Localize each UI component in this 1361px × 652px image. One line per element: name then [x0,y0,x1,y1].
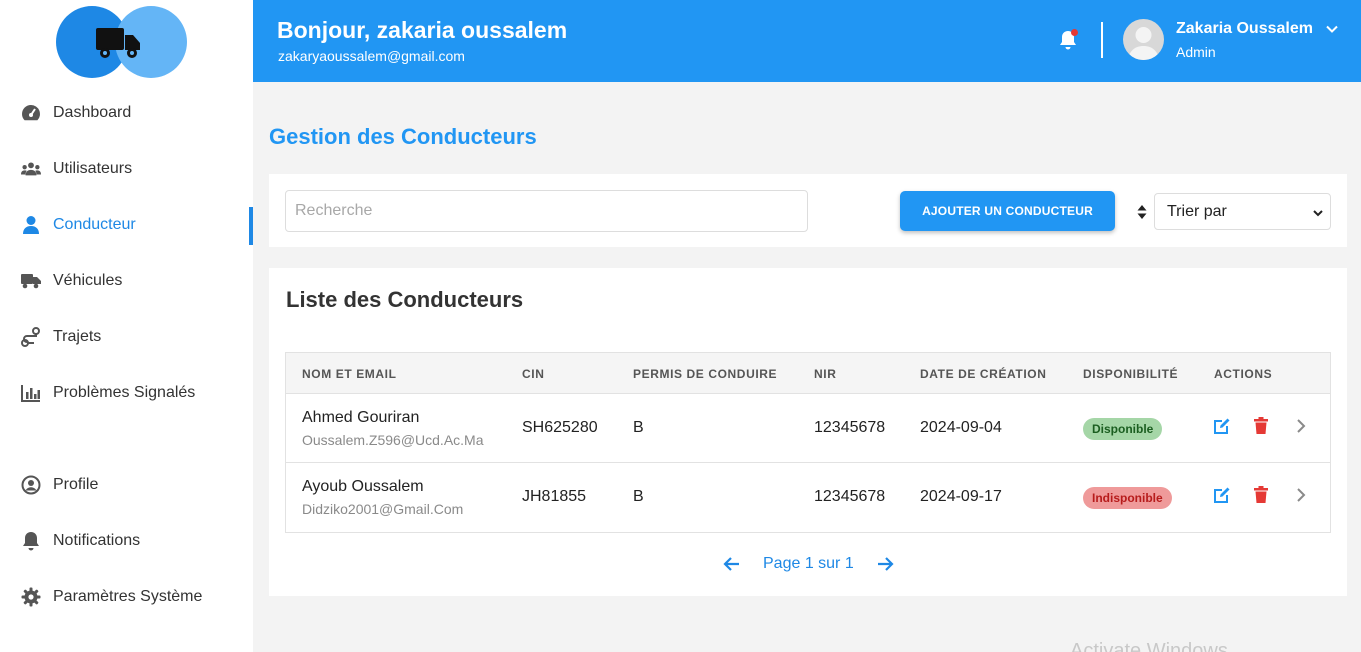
bell-icon [21,531,41,551]
gauge-icon [21,103,41,123]
edit-icon[interactable] [1213,486,1231,504]
sidebar-item-problemes[interactable]: Problèmes Signalés [0,373,253,413]
driver-nir: 12345678 [814,488,886,505]
sidebar-item-utilisateurs[interactable]: Utilisateurs [0,149,253,189]
column-header: DATE DE CRÉATION [920,367,1047,381]
column-header: CIN [522,367,545,381]
chevron-right-icon[interactable] [1293,486,1311,504]
sidebar-item-label: Profile [53,476,99,493]
table-row[interactable]: Ayoub Oussalem Didziko2001@Gmail.Com JH8… [286,463,1330,532]
sidebar-item-label: Dashboard [53,104,132,121]
pagination-label: Page 1 sur 1 [763,555,854,572]
pagination: Page 1 sur 1 [269,553,1347,577]
notification-dot [1071,29,1078,36]
sidebar-item-label: Paramètres Système [53,588,203,605]
sidebar-item-label: Véhicules [53,272,123,289]
users-icon [21,159,41,179]
driver-name: Ayoub Oussalem [302,478,424,495]
page-title: Gestion des Conducteurs [269,124,537,149]
chevron-right-icon[interactable] [1293,417,1311,435]
status-badge: Disponible [1083,418,1163,440]
truck-logo[interactable] [56,6,188,78]
drivers-table: NOM ET EMAIL CIN PERMIS DE CONDUIRE NIR … [285,352,1331,533]
driver-cin: JH81855 [522,488,587,505]
user-icon [21,215,41,235]
driver-license: B [633,488,644,505]
sidebar-item-label: Conducteur [53,216,136,233]
active-indicator [249,207,253,245]
driver-nir: 12345678 [814,419,886,436]
greeting-title: Bonjour, zakaria oussalem [277,17,568,43]
sidebar-item-notifications[interactable]: Notifications [0,521,253,561]
sidebar-item-trajets[interactable]: Trajets [0,317,253,357]
sidebar-item-conducteur[interactable]: Conducteur [0,205,253,245]
sort-select-value: Trier par [1167,202,1227,220]
notification-bell-icon[interactable] [1058,29,1078,50]
avatar[interactable] [1123,19,1164,60]
edit-icon[interactable] [1213,417,1231,435]
bar-chart-icon [21,383,41,403]
search-input[interactable] [285,190,808,232]
driver-name: Ahmed Gouriran [302,409,420,426]
sidebar: Dashboard Utilisateurs Conducteur Véhicu… [0,0,253,652]
user-circle-icon [21,475,41,495]
sidebar-item-dashboard[interactable]: Dashboard [0,93,253,133]
add-driver-button[interactable]: AJOUTER UN CONDUCTEUR [900,191,1115,231]
column-header: ACTIONS [1214,367,1273,381]
arrow-left-icon[interactable] [723,555,741,573]
sidebar-item-vehicules[interactable]: Véhicules [0,261,253,301]
driver-created-date: 2024-09-04 [920,419,1002,436]
table-row[interactable]: Ahmed Gouriran Oussalem.Z596@Ucd.Ac.Ma S… [286,394,1330,463]
chevron-down-icon[interactable] [1325,22,1339,36]
greeting-email: zakaryaoussalem@gmail.com [278,48,465,64]
sort-select[interactable]: Trier par [1154,193,1331,230]
sidebar-item-label: Utilisateurs [53,160,133,177]
sidebar-item-label: Trajets [53,328,102,345]
toolbar: AJOUTER UN CONDUCTEUR Trier par [269,174,1347,247]
user-role: Admin [1176,44,1216,60]
driver-created-date: 2024-09-17 [920,488,1002,505]
list-title: Liste des Conducteurs [286,287,524,312]
arrow-right-icon[interactable] [876,555,894,573]
table-header: NOM ET EMAIL CIN PERMIS DE CONDUIRE NIR … [286,353,1330,394]
windows-activation-watermark: Activate Windows [1070,640,1228,652]
delete-icon[interactable] [1253,417,1271,435]
sidebar-item-profile[interactable]: Profile [0,465,253,505]
sort-icon [1137,205,1147,219]
column-header: PERMIS DE CONDUIRE [633,367,778,381]
driver-email: Didziko2001@Gmail.Com [302,501,464,517]
top-header: Bonjour, zakaria oussalem zakaryaoussale… [253,0,1361,82]
column-header: NIR [814,367,837,381]
route-icon [21,327,41,347]
truck-icon [21,271,41,291]
sidebar-item-label: Problèmes Signalés [53,384,196,401]
truck-icon [96,28,140,58]
user-name[interactable]: Zakaria Oussalem [1176,20,1313,38]
delete-icon[interactable] [1253,486,1271,504]
status-badge: Indisponible [1083,487,1172,509]
drivers-list-card: Liste des Conducteurs NOM ET EMAIL CIN P… [269,268,1347,596]
column-header: NOM ET EMAIL [302,367,397,381]
driver-email: Oussalem.Z596@Ucd.Ac.Ma [302,432,484,448]
sidebar-item-label: Notifications [53,532,141,549]
header-divider [1101,22,1103,58]
sidebar-item-parametres[interactable]: Paramètres Système [0,577,253,617]
driver-license: B [633,419,644,436]
chevron-down-icon [1312,206,1324,224]
gear-icon [21,587,41,607]
driver-cin: SH625280 [522,419,598,436]
column-header: DISPONIBILITÉ [1083,367,1179,381]
